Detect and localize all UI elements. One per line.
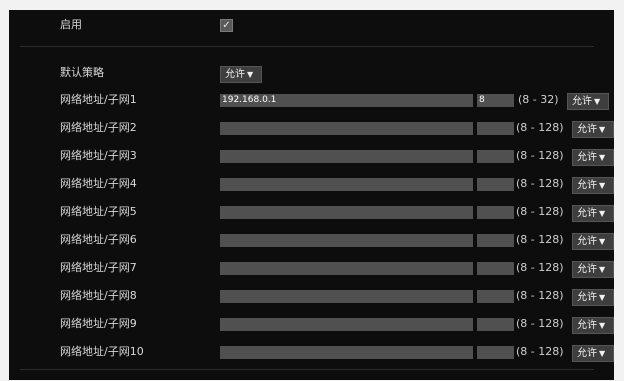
subnet-label: 网络地址/子网4: [60, 177, 137, 190]
subnet-range-hint: (8 - 128): [516, 149, 564, 162]
subnet-address-input[interactable]: [220, 234, 473, 247]
subnet-range-hint: (8 - 128): [516, 345, 564, 358]
subnet-range-hint: (8 - 128): [516, 177, 564, 190]
subnet-range-hint: (8 - 128): [516, 317, 564, 330]
subnet-policy-select[interactable]: 允许 ▼: [572, 177, 614, 194]
subnet-address-input[interactable]: [220, 346, 473, 359]
subnet-label: 网络地址/子网6: [60, 233, 137, 246]
chevron-down-icon: ▼: [599, 181, 606, 190]
subnet-mask-input[interactable]: 8: [477, 94, 514, 107]
subnet-mask-input[interactable]: [477, 178, 514, 191]
chevron-down-icon: ▼: [599, 321, 606, 330]
subnet-address-input[interactable]: 192.168.0.1: [220, 94, 473, 107]
subnet-label: 网络地址/子网8: [60, 289, 137, 302]
subnet-range-hint: (8 - 128): [516, 233, 564, 246]
chevron-down-icon: ▼: [599, 125, 606, 134]
subnet-address-input[interactable]: [220, 290, 473, 303]
subnet-mask-input[interactable]: [477, 234, 514, 247]
subnet-policy-value: 允许: [577, 152, 597, 163]
subnet-range-hint: (8 - 128): [516, 289, 564, 302]
subnet-policy-value: 允许: [577, 320, 597, 331]
subnet-address-input[interactable]: [220, 318, 473, 331]
top-divider: [20, 46, 594, 47]
subnet-label: 网络地址/子网7: [60, 261, 137, 274]
chevron-down-icon: ▼: [599, 349, 606, 358]
subnet-policy-value: 允许: [577, 180, 597, 191]
chevron-down-icon: ▼: [599, 293, 606, 302]
subnet-address-input[interactable]: [220, 262, 473, 275]
subnet-policy-value: 允许: [577, 208, 597, 219]
subnet-mask-input[interactable]: [477, 318, 514, 331]
chevron-down-icon: ▼: [247, 70, 254, 79]
subnet-policy-select[interactable]: 允许 ▼: [572, 345, 614, 362]
subnet-label: 网络地址/子网3: [60, 149, 137, 162]
subnet-label: 网络地址/子网9: [60, 317, 137, 330]
bottom-divider: [20, 369, 594, 370]
default-policy-value: 允许: [225, 69, 245, 80]
default-policy-label: 默认策略: [60, 66, 104, 79]
subnet-policy-select[interactable]: 允许 ▼: [572, 289, 614, 306]
subnet-policy-value: 允许: [577, 124, 597, 135]
subnet-policy-select[interactable]: 允许 ▼: [572, 149, 614, 166]
subnet-label: 网络地址/子网10: [60, 345, 144, 358]
subnet-policy-value: 允许: [577, 236, 597, 247]
subnet-policy-value: 允许: [577, 292, 597, 303]
chevron-down-icon: ▼: [599, 209, 606, 218]
enable-checkbox[interactable]: ✓: [220, 19, 233, 32]
subnet-mask-input[interactable]: [477, 206, 514, 219]
subnet-mask-input[interactable]: [477, 290, 514, 303]
subnet-policy-value: 允许: [572, 96, 592, 107]
subnet-policy-select[interactable]: 允许 ▼: [567, 93, 609, 110]
subnet-mask-input[interactable]: [477, 346, 514, 359]
subnet-policy-select[interactable]: 允许 ▼: [572, 233, 614, 250]
subnet-policy-select[interactable]: 允许 ▼: [572, 121, 614, 138]
subnet-range-hint: (8 - 128): [516, 121, 564, 134]
subnet-address-input[interactable]: [220, 122, 473, 135]
subnet-label: 网络地址/子网1: [60, 93, 137, 106]
subnet-address-input[interactable]: [220, 178, 473, 191]
subnet-policy-select[interactable]: 允许 ▼: [572, 261, 614, 278]
subnet-range-hint: (8 - 32): [518, 93, 559, 106]
default-policy-select[interactable]: 允许 ▼: [220, 66, 262, 83]
enable-label: 启用: [60, 18, 82, 31]
subnet-policy-value: 允许: [577, 348, 597, 359]
subnet-label: 网络地址/子网2: [60, 121, 137, 134]
subnet-policy-select[interactable]: 允许 ▼: [572, 317, 614, 334]
subnet-mask-input[interactable]: [477, 150, 514, 163]
subnet-range-hint: (8 - 128): [516, 261, 564, 274]
subnet-mask-input[interactable]: [477, 262, 514, 275]
chevron-down-icon: ▼: [599, 153, 606, 162]
subnet-address-input[interactable]: [220, 206, 473, 219]
chevron-down-icon: ▼: [594, 97, 601, 106]
subnet-policy-value: 允许: [577, 264, 597, 275]
chevron-down-icon: ▼: [599, 265, 606, 274]
subnet-address-input[interactable]: [220, 150, 473, 163]
subnet-mask-input[interactable]: [477, 122, 514, 135]
subnet-policy-select[interactable]: 允许 ▼: [572, 205, 614, 222]
chevron-down-icon: ▼: [599, 237, 606, 246]
subnet-range-hint: (8 - 128): [516, 205, 564, 218]
subnet-label: 网络地址/子网5: [60, 205, 137, 218]
